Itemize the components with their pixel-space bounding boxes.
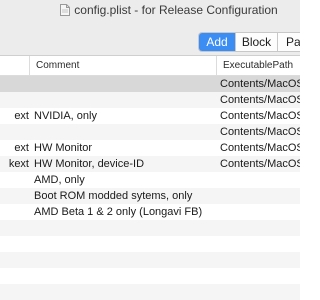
cell-comment: HW Monitor, device-ID [34, 158, 145, 170]
cell-name [0, 284, 29, 300]
table-row[interactable] [0, 268, 300, 284]
cell-executable-path [220, 220, 300, 236]
table-row[interactable]: Boot ROM modded sytems, only [0, 188, 300, 204]
add-button[interactable]: Add [199, 33, 235, 51]
cell-comment [34, 252, 214, 268]
table-row[interactable]: ext NVIDIA, only Contents/MacOS [0, 108, 300, 124]
table-row[interactable]: Contents/MacOS [0, 76, 300, 92]
cell-executable-path [220, 268, 300, 284]
table-row[interactable]: kext HW Monitor, device-ID Contents/MacOS [0, 156, 300, 172]
column-header-name[interactable] [0, 56, 29, 76]
cell-name: ext [0, 140, 29, 156]
table-row[interactable]: Contents/MacOS [0, 92, 300, 108]
cell-executable-path [220, 236, 300, 252]
cell-executable-path: Contents/MacOS [220, 158, 300, 170]
cell-executable-path: Contents/MacOS [220, 78, 300, 90]
cell-name-text: ext [14, 142, 29, 154]
cell-comment: HW Monitor [34, 142, 93, 154]
segmented-control: Add Block Pa [198, 32, 300, 52]
table-header: Comment ExecutablePath [0, 56, 300, 76]
cell-executable-path: Contents/MacOS [220, 142, 300, 154]
cell-comment: Boot ROM modded sytems, only [34, 190, 193, 202]
cell-name [0, 236, 29, 252]
cell-name [0, 268, 29, 284]
window: config.plist - for Release Configuration… [0, 0, 300, 300]
cell-executable-path: Contents/MacOS [220, 126, 300, 138]
cell-comment [34, 268, 214, 284]
cell-name [0, 124, 29, 140]
cell-executable-path [220, 284, 300, 300]
document-icon [60, 4, 71, 16]
cell-name [0, 188, 29, 204]
cell-comment [34, 76, 214, 92]
cell-executable-path: Contents/MacOS [220, 110, 300, 122]
table-row[interactable]: ext HW Monitor Contents/MacOS [0, 140, 300, 156]
table-row[interactable]: Contents/MacOS [0, 124, 300, 140]
cell-executable-path [220, 204, 300, 220]
cell-comment [34, 284, 214, 300]
table-row[interactable] [0, 220, 300, 236]
cell-executable-path: Contents/MacOS [220, 94, 300, 106]
block-button[interactable]: Block [235, 33, 277, 51]
column-header-comment[interactable]: Comment [29, 56, 216, 76]
table-row[interactable]: AMD Beta 1 & 2 only (Longavi FB) [0, 204, 300, 220]
cell-executable-path [220, 252, 300, 268]
cell-executable-path [220, 172, 300, 188]
cell-name: kext [0, 156, 29, 172]
cell-name-text: ext [14, 110, 29, 122]
cell-comment [34, 92, 214, 108]
cell-comment: AMD Beta 1 & 2 only (Longavi FB) [34, 206, 203, 218]
table-row[interactable] [0, 284, 300, 300]
table-row[interactable] [0, 236, 300, 252]
cell-name [0, 252, 29, 268]
table-body: Contents/MacOS Contents/MacOS ext NVIDIA, o… [0, 76, 300, 300]
cell-name [0, 204, 29, 220]
cell-comment [34, 220, 214, 236]
cell-comment: NVIDIA, only [34, 110, 97, 122]
column-header-executable-path[interactable]: ExecutablePath [216, 56, 300, 76]
cell-name [0, 172, 29, 188]
title-bar: config.plist - for Release Configuration [0, 0, 300, 20]
cell-comment: AMD, only [34, 174, 85, 186]
cell-comment [34, 124, 214, 140]
cell-name [0, 220, 29, 236]
cell-name [0, 76, 29, 92]
cell-name-text: kext [8, 158, 29, 170]
cell-executable-path [220, 188, 300, 204]
window-title-text: config.plist - for Release Configuration [74, 3, 278, 17]
toolbar: Add Block Pa [0, 20, 300, 56]
cell-comment [34, 236, 214, 252]
table-row[interactable] [0, 252, 300, 268]
cell-name: ext [0, 108, 29, 124]
cell-name [0, 92, 29, 108]
third-button[interactable]: Pa [277, 33, 300, 51]
table-row[interactable]: AMD, only [0, 172, 300, 188]
window-title: config.plist - for Release Configuration [60, 3, 278, 17]
